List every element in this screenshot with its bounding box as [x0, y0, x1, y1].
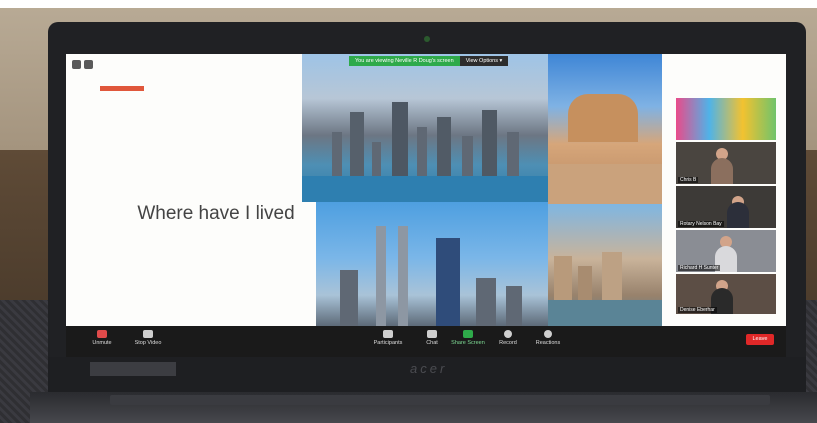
chat-icon [427, 330, 437, 338]
participant-tile[interactable] [676, 98, 776, 140]
dubai-skyline-photo [302, 54, 548, 202]
marina-photo [548, 204, 662, 326]
laptop-sticker [90, 362, 176, 376]
record-icon [504, 330, 512, 338]
participant-tile[interactable]: Rotary Nelson Bay [676, 186, 776, 228]
share-screen-button[interactable]: Share Screen [446, 330, 490, 346]
participants-button[interactable]: Participants [366, 330, 410, 346]
participant-name: Denise Eberhar [678, 307, 717, 313]
participant-tile[interactable]: Denise Eberhar [676, 274, 776, 314]
unmute-button[interactable]: Unmute [80, 330, 124, 346]
laptop-brand-logo: acer [410, 361, 448, 376]
participants-icon [383, 330, 393, 338]
video-camera-icon [143, 330, 153, 338]
window-controls[interactable] [72, 60, 93, 69]
participant-gallery: Chris B Rotary Nelson Bay Richard H Sunt… [676, 98, 784, 326]
slide-title: Where have I lived [137, 203, 295, 224]
webcam [424, 36, 430, 42]
record-button[interactable]: Record [486, 330, 530, 346]
emoji-icon [544, 330, 552, 338]
reactions-button[interactable]: Reactions [526, 330, 570, 346]
leave-button[interactable]: Leave [746, 334, 774, 345]
microphone-icon [97, 330, 107, 338]
photo-border [0, 0, 817, 8]
meeting-toolbar: Unmute Stop Video Participants Chat Shar… [66, 326, 786, 357]
participant-tile[interactable]: Richard H Sunter [676, 230, 776, 272]
viewing-notice: You are viewing Neville R Doug's screen [349, 56, 460, 66]
participant-name: Richard H Sunter [678, 265, 721, 271]
participant-name: Rotary Nelson Bay [678, 221, 724, 227]
villa-photo [548, 54, 662, 204]
laptop-screen: Where have I lived You are viewing Nevil… [66, 54, 786, 357]
kuala-lumpur-skyline-photo [316, 202, 548, 326]
participant-tile[interactable]: Chris B [676, 142, 776, 184]
stop-video-button[interactable]: Stop Video [126, 330, 170, 346]
laptop-hinge [110, 395, 770, 405]
participant-name: Chris B [678, 177, 699, 183]
share-screen-icon [463, 330, 473, 338]
slide-accent-bar [100, 86, 144, 91]
screen-share-banner: You are viewing Neville R Doug's screen … [349, 56, 509, 66]
view-options-button[interactable]: View Options ▾ [459, 56, 509, 66]
